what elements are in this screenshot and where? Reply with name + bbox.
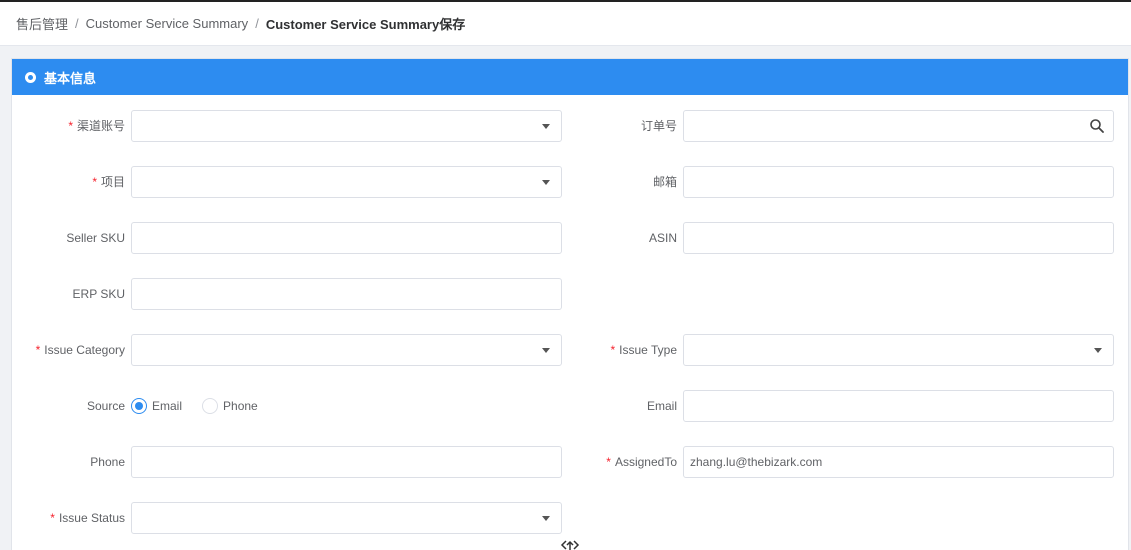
breadcrumb-separator: /	[75, 16, 79, 31]
caret-down-icon	[1094, 348, 1102, 353]
caret-down-icon	[542, 180, 550, 185]
required-mark: *	[606, 455, 611, 469]
project-label: * 项目	[92, 175, 125, 189]
assigned-to-input[interactable]	[683, 446, 1114, 478]
erp-sku-input[interactable]	[131, 278, 562, 310]
breadcrumb-separator: /	[255, 16, 259, 31]
assigned-to-text[interactable]	[690, 447, 1113, 477]
mailbox-input[interactable]	[683, 166, 1114, 198]
seller-sku-input[interactable]	[131, 222, 562, 254]
order-no-input[interactable]	[683, 110, 1114, 142]
email-input[interactable]	[683, 390, 1114, 422]
seller-sku-label: Seller SKU	[66, 231, 125, 245]
issue-type-select[interactable]	[683, 334, 1114, 366]
breadcrumb-item-customer-service-summary[interactable]: Customer Service Summary	[86, 16, 249, 31]
source-radio-phone[interactable]: Phone	[202, 398, 258, 414]
radio-checked-icon[interactable]	[131, 398, 147, 414]
required-mark: *	[68, 119, 73, 133]
asin-input[interactable]	[683, 222, 1114, 254]
breadcrumb-current: Customer Service Summary保存	[265, 17, 466, 32]
phone-input[interactable]	[131, 446, 562, 478]
email-label: Email	[646, 399, 677, 413]
breadcrumb-item-after-sales[interactable]: 售后管理	[16, 14, 68, 33]
issue-status-select[interactable]	[131, 502, 562, 534]
issue-category-select[interactable]	[131, 334, 562, 366]
caret-down-icon	[542, 124, 550, 129]
required-mark: *	[35, 343, 41, 357]
project-select[interactable]	[131, 166, 562, 198]
mailbox-label: 邮箱	[652, 175, 677, 189]
issue-category-label: * Issue Category	[35, 343, 125, 357]
panel-title: 基本信息	[44, 70, 97, 86]
breadcrumb: 售后管理 / Customer Service Summary / Custom…	[0, 2, 1131, 46]
radio-unchecked-icon[interactable]	[202, 398, 219, 414]
info-circle-icon	[25, 71, 36, 83]
channel-account-select[interactable]	[131, 110, 562, 142]
source-label: Source	[86, 399, 125, 413]
assigned-to-label: * AssignedTo	[606, 455, 677, 469]
required-mark: *	[610, 343, 616, 357]
required-mark: *	[50, 511, 55, 525]
channel-account-label: * 渠道账号	[68, 119, 125, 133]
search-icon[interactable]	[1089, 118, 1105, 134]
issue-type-label: * Issue Type	[610, 343, 678, 357]
required-mark: *	[92, 175, 97, 189]
panel-header: 基本信息	[12, 59, 1128, 95]
order-no-text[interactable]	[690, 111, 1113, 141]
asin-label: ASIN	[648, 231, 677, 245]
caret-down-icon	[542, 516, 550, 521]
source-radio-email[interactable]: Email	[131, 398, 182, 414]
caret-down-icon	[542, 348, 550, 353]
erp-sku-label: ERP SKU	[72, 287, 125, 301]
collapse-toggle-icon[interactable]	[560, 538, 580, 550]
phone-label: Phone	[90, 455, 125, 469]
order-no-label: 订单号	[640, 119, 677, 133]
source-radio-group: Email Phone	[131, 390, 278, 422]
issue-status-label: * Issue Status	[50, 511, 125, 525]
